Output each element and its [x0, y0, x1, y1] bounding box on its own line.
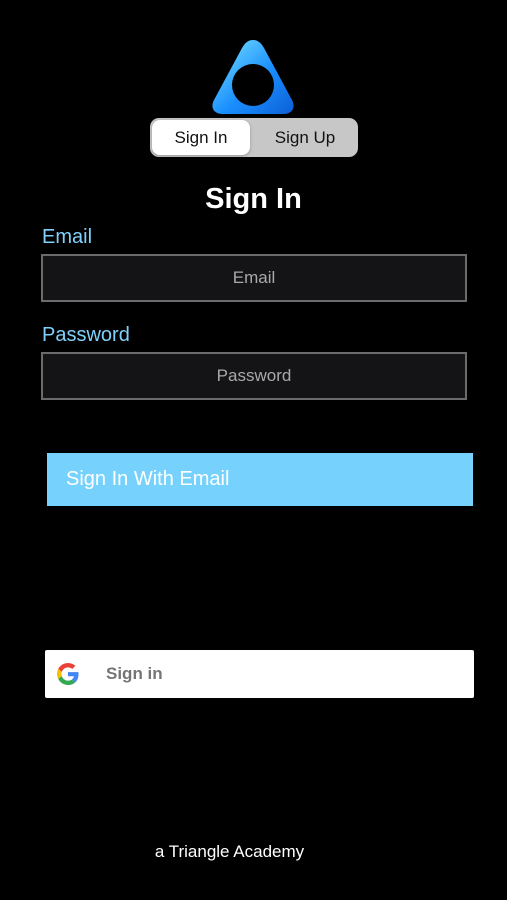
triangle-logo-icon — [212, 40, 294, 114]
segment-sign-up[interactable]: Sign Up — [254, 120, 356, 155]
sign-in-with-email-button[interactable]: Sign In With Email — [47, 453, 473, 506]
sign-in-screen: Sign In Sign Up Sign In Email Password S… — [0, 0, 507, 900]
password-field[interactable] — [41, 352, 467, 400]
segment-sign-in[interactable]: Sign In — [152, 120, 250, 155]
footer-text: a Triangle Academy — [154, 842, 305, 861]
password-label: Password — [42, 324, 130, 346]
google-sign-in-label: Sign in — [106, 664, 163, 683]
sign-in-sign-up-toggle: Sign In Sign Up — [150, 118, 358, 157]
page-title: Sign In — [205, 183, 302, 215]
google-g-icon — [57, 663, 79, 685]
email-label: Email — [42, 226, 93, 248]
email-field[interactable] — [41, 254, 467, 302]
google-sign-in-button[interactable]: Sign in — [45, 650, 474, 698]
